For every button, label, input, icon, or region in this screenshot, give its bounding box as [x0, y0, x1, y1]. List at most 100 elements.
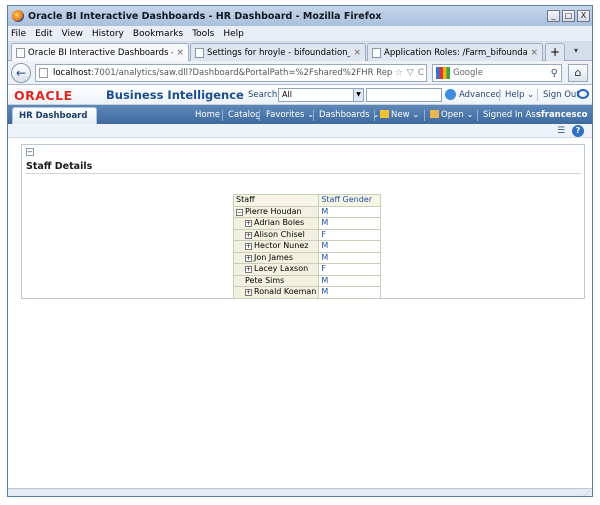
column-header-staff[interactable]: Staff — [232, 194, 320, 207]
page-icon — [372, 47, 381, 58]
staff-name-cell[interactable]: − Pierre Houdan — [232, 205, 320, 218]
collapse-icon[interactable]: − — [236, 208, 243, 216]
user-menu[interactable]: sfrancesco ⌄ — [536, 110, 592, 120]
help-menu[interactable]: Help ⌄ — [505, 90, 534, 100]
nav-open[interactable]: Open ⌄ — [430, 110, 474, 120]
expand-icon[interactable]: + — [245, 243, 252, 251]
staff-name-cell[interactable]: + Lacey Laxson — [232, 263, 320, 276]
home-icon[interactable]: ⌂ — [568, 64, 588, 82]
table-row: + Jon James M — [232, 251, 382, 264]
search-icon[interactable]: ⚲ — [551, 68, 558, 79]
tab-label: Oracle BI Interactive Dashboards - HR D.… — [28, 47, 173, 58]
staff-gender-cell: F — [318, 263, 382, 276]
close-tab-icon[interactable]: × — [176, 48, 184, 58]
tab-strip: Oracle BI Interactive Dashboards - HR D.… — [8, 41, 592, 61]
advanced-link[interactable]: Advanced — [459, 90, 501, 100]
back-arrow-icon[interactable]: ← — [11, 63, 31, 83]
staff-name: Ronald Koeman — [254, 287, 317, 297]
nav-dashboards[interactable]: Dashboards ⌄ — [319, 110, 379, 120]
obi-header: ORACLE Business Intelligence Search All … — [8, 85, 592, 105]
close-tab-icon[interactable]: × — [530, 48, 538, 58]
nav-favorites[interactable]: Favorites ⌄ — [266, 110, 314, 120]
staff-name: Hector Nunez — [254, 241, 309, 251]
maximize-button[interactable]: □ — [562, 10, 575, 22]
tab-application-roles[interactable]: Application Roles: /Farm_bifoundation_d.… — [367, 43, 543, 61]
menu-file[interactable]: File — [11, 29, 26, 39]
nav-home[interactable]: Home — [195, 110, 220, 120]
search-scope-value: All — [282, 90, 292, 99]
separator — [477, 110, 478, 121]
staff-gender-cell: F — [318, 228, 382, 241]
tab-list-icon[interactable]: ▾ — [574, 46, 578, 55]
sign-out-link[interactable]: Sign Out — [543, 90, 580, 100]
url-text[interactable]: localhost:7001/analytics/saw.dll?Dashboa… — [53, 68, 393, 78]
staff-name-cell[interactable]: + Ronald Koeman — [232, 286, 320, 299]
search-placeholder: Google — [453, 68, 483, 78]
tab-label: Settings for hroyle - bifoundation_domai… — [207, 47, 350, 58]
menu-help[interactable]: Help — [223, 29, 244, 39]
nav-new[interactable]: New ⌄ — [380, 110, 419, 120]
staff-pivot-table: Staff Staff Gender − Pierre Houdan M + Adria… — [232, 194, 382, 299]
separator — [499, 89, 500, 101]
staff-gender-cell: M — [318, 205, 382, 218]
staff-name: Pierre Houdan — [245, 206, 302, 216]
staff-name-cell[interactable]: + Jon James — [232, 251, 320, 264]
firefox-icon — [12, 10, 24, 22]
search-label: Search — [248, 90, 278, 100]
folder-icon — [430, 110, 439, 118]
tab-obi-dashboard[interactable]: Oracle BI Interactive Dashboards - HR D.… — [11, 43, 189, 61]
table-row: + Adrian Boles M — [232, 217, 382, 230]
dashboard-tab[interactable]: HR Dashboard — [12, 107, 97, 124]
search-go-icon[interactable] — [445, 89, 456, 100]
staff-name: Adrian Boles — [254, 218, 305, 228]
new-tab-button[interactable]: + — [545, 43, 565, 61]
menu-view[interactable]: View — [62, 29, 83, 39]
help-icon[interactable]: ? — [572, 125, 584, 137]
staff-name-cell[interactable]: + Hector Nunez — [232, 240, 320, 253]
expand-icon[interactable]: + — [245, 231, 252, 239]
menu-history[interactable]: History — [92, 29, 124, 39]
table-row: − Pierre Houdan M — [232, 205, 382, 218]
staff-name-cell[interactable]: + Alison Chisel — [232, 228, 320, 241]
bookmark-star-icon[interactable]: ☆ — [395, 68, 403, 78]
column-header-staff-gender[interactable]: Staff Gender — [318, 194, 382, 207]
staff-gender-cell: M — [318, 274, 382, 287]
oracle-logo: ORACLE — [14, 88, 73, 103]
menu-edit[interactable]: Edit — [35, 29, 52, 39]
staff-name-cell[interactable]: + Adrian Boles — [232, 217, 320, 230]
reload-icon[interactable]: C — [418, 68, 424, 78]
google-icon[interactable] — [436, 67, 450, 79]
chevron-down-icon[interactable]: ▼ — [353, 89, 363, 101]
page-options-icon[interactable]: ☰ — [557, 126, 565, 136]
web-search-box[interactable]: Google ⚲ — [432, 64, 562, 82]
staff-details-section: − Staff Details Staff Staff Gender − Pier… — [21, 144, 585, 299]
expand-icon[interactable]: + — [245, 266, 252, 274]
collapse-section-icon[interactable]: − — [26, 148, 34, 156]
resize-grip-icon[interactable]: ⋰ — [583, 490, 590, 496]
site-identity-icon[interactable] — [39, 68, 48, 78]
separator — [259, 110, 260, 121]
expand-icon[interactable]: + — [245, 254, 252, 262]
product-name: Business Intelligence — [106, 88, 244, 102]
signed-in-label: Signed In As — [483, 110, 536, 120]
staff-gender-cell: M — [318, 217, 382, 230]
staff-name: Lacey Laxson — [254, 264, 309, 274]
menu-tools[interactable]: Tools — [192, 29, 214, 39]
nav-catalog[interactable]: Catalog — [228, 110, 261, 120]
search-scope-select[interactable]: All ▼ — [278, 88, 364, 102]
menu-bookmarks[interactable]: Bookmarks — [133, 29, 183, 39]
expand-icon[interactable]: + — [245, 289, 252, 297]
staff-name: Alison Chisel — [254, 229, 305, 239]
dropdown-arrow-icon[interactable]: ▽ — [407, 68, 414, 78]
oracle-o-icon — [577, 89, 589, 99]
staff-name-cell[interactable]: Pete Sims — [232, 274, 320, 287]
minimize-button[interactable]: _ — [547, 10, 560, 22]
new-icon — [380, 110, 389, 118]
close-tab-icon[interactable]: × — [353, 48, 361, 58]
catalog-search-input[interactable] — [366, 88, 442, 102]
address-bar[interactable]: localhost:7001/analytics/saw.dll?Dashboa… — [35, 64, 427, 82]
expand-icon[interactable]: + — [245, 220, 252, 228]
tab-settings-hroyle[interactable]: Settings for hroyle - bifoundation_domai… — [190, 43, 366, 61]
page-icon — [195, 47, 204, 58]
close-button[interactable]: X — [577, 10, 590, 22]
